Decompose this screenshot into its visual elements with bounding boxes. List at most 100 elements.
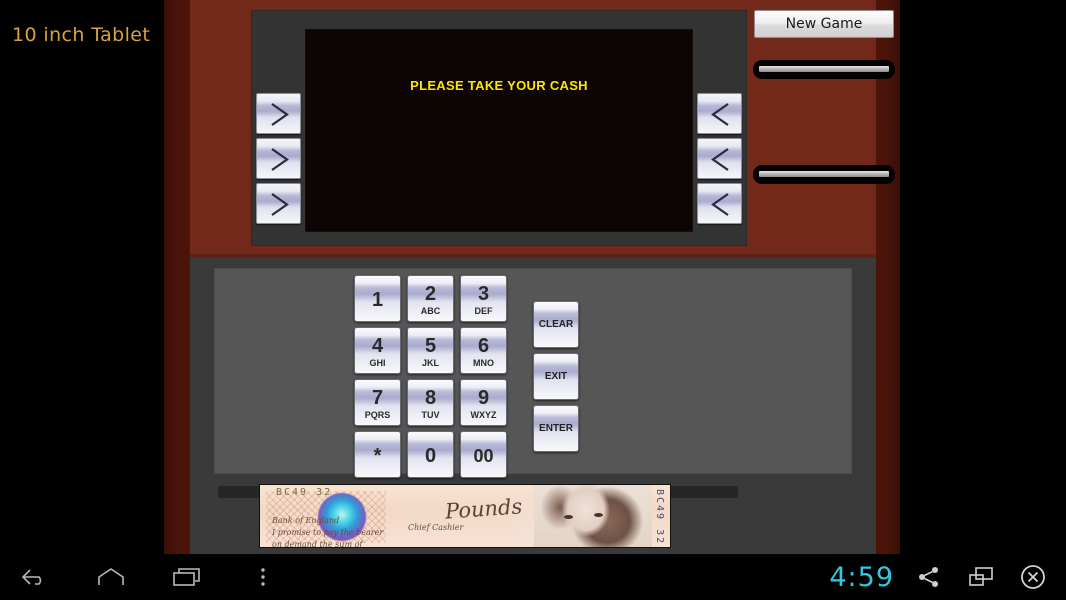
key-4[interactable]: 4 GHI — [354, 327, 401, 374]
clear-button[interactable]: CLEAR — [533, 301, 579, 348]
softkey-right-2[interactable] — [697, 138, 742, 179]
key-letters: JKL — [421, 357, 439, 368]
chevron-left-icon — [711, 193, 729, 216]
key-1[interactable]: 1 — [354, 275, 401, 322]
app-viewport: PLEASE TAKE YOUR CASH New Game 1 2 ABC 3… — [164, 0, 900, 554]
screen-bezel: PLEASE TAKE YOUR CASH — [251, 10, 747, 246]
softkey-left-1[interactable] — [256, 93, 301, 134]
softkey-right-1[interactable] — [697, 93, 742, 134]
softkey-left-2[interactable] — [256, 138, 301, 179]
nav-home-button[interactable] — [94, 560, 128, 594]
numeric-keypad: 1 2 ABC 3 DEF 4 GHI 5 JKL 6 MNO 7 PQRS 8… — [354, 275, 519, 483]
key-letters: PQRS — [364, 409, 391, 420]
card-slot[interactable] — [753, 60, 895, 79]
chevron-right-icon — [271, 148, 289, 171]
nav-back-button[interactable] — [18, 560, 52, 594]
keypad-row: * 0 00 — [354, 431, 519, 478]
key-asterisk[interactable]: * — [354, 431, 401, 478]
key-digit: 6 — [477, 334, 490, 357]
key-3[interactable]: 3 DEF — [460, 275, 507, 322]
share-button[interactable] — [912, 560, 946, 594]
key-digit: * — [373, 444, 382, 467]
promise-line-2: I promise to pay the bearer — [272, 528, 384, 537]
card-slot-inner — [759, 66, 889, 72]
chevron-right-icon — [271, 193, 289, 216]
key-0[interactable]: 0 — [407, 431, 454, 478]
key-5[interactable]: 5 JKL — [407, 327, 454, 374]
atm-screen: PLEASE TAKE YOUR CASH — [305, 29, 693, 232]
keypad-row: 4 GHI 5 JKL 6 MNO — [354, 327, 519, 374]
banknote-serial-right: BC49 32 — [654, 489, 665, 546]
keypad-panel: 1 2 ABC 3 DEF 4 GHI 5 JKL 6 MNO 7 PQRS 8… — [214, 268, 852, 478]
chevron-left-icon — [711, 148, 729, 171]
key-9[interactable]: 9 WXYZ — [460, 379, 507, 426]
banknote-serial-left: BC49 32 — [276, 487, 333, 498]
key-digit: 3 — [477, 282, 490, 305]
softkey-right-3[interactable] — [697, 183, 742, 224]
key-letters: ABC — [420, 305, 441, 316]
key-digit: 0 — [424, 444, 437, 467]
share-icon — [919, 567, 938, 587]
key-8[interactable]: 8 TUV — [407, 379, 454, 426]
atm-upper-facia: PLEASE TAKE YOUR CASH New Game — [190, 0, 895, 258]
key-letters: DEF — [474, 305, 493, 316]
new-game-button[interactable]: New Game — [754, 10, 894, 38]
key-digit: 2 — [424, 282, 437, 305]
promise-line-1: Bank of England — [272, 516, 340, 525]
emulator-window: 10 inch Tablet PLEASE TAKE YOUR CASH New… — [0, 0, 1066, 600]
nav-menu-button[interactable] — [246, 560, 280, 594]
device-label: 10 inch Tablet — [12, 24, 151, 46]
nav-recents-button[interactable] — [170, 560, 204, 594]
receipt-slot[interactable] — [753, 165, 895, 184]
softkey-left-3[interactable] — [256, 183, 301, 224]
key-digit: 4 — [371, 334, 384, 357]
key-letters: TUV — [421, 409, 440, 420]
function-key-column: CLEAR EXIT ENTER — [533, 301, 579, 457]
keypad-row: 1 2 ABC 3 DEF — [354, 275, 519, 322]
portrait-eye-left — [564, 515, 573, 519]
softkey-column-left — [256, 93, 301, 228]
key-7[interactable]: 7 PQRS — [354, 379, 401, 426]
key-6[interactable]: 6 MNO — [460, 327, 507, 374]
banknote-signature: Chief Cashier — [408, 523, 464, 532]
enter-button[interactable]: ENTER — [533, 405, 579, 452]
screenshot-button[interactable] — [964, 560, 998, 594]
close-circle-icon — [1021, 565, 1045, 589]
android-navigation-bar: 4:59 — [0, 554, 1066, 600]
banknote[interactable]: BC49 32 BC49 32 Bank of England I promis… — [259, 484, 671, 548]
promise-line-3: on demand the sum of — [272, 540, 363, 548]
atm-lower-facia: 1 2 ABC 3 DEF 4 GHI 5 JKL 6 MNO 7 PQRS 8… — [190, 258, 876, 554]
key-digit: 1 — [371, 288, 384, 311]
chevron-right-icon — [271, 103, 289, 126]
receipt-slot-inner — [759, 171, 889, 177]
key-letters: MNO — [473, 357, 494, 368]
key-digit: 00 — [473, 445, 494, 466]
recents-icon — [173, 568, 200, 586]
overflow-menu-icon — [261, 568, 265, 586]
key-double-zero[interactable]: 00 — [460, 431, 507, 478]
nav-left-group — [18, 554, 280, 600]
atm-screen-message: PLEASE TAKE YOUR CASH — [410, 78, 588, 93]
status-clock: 4:59 — [829, 561, 894, 593]
cash-dispenser: BC49 32 BC49 32 Bank of England I promis… — [214, 482, 852, 552]
back-arrow-icon — [21, 569, 42, 585]
banknote-portrait — [534, 485, 652, 547]
banknote-promise-text: Bank of England I promise to pay the bea… — [272, 515, 384, 548]
nav-right-group: 4:59 — [829, 554, 1050, 600]
chevron-left-icon — [711, 103, 729, 126]
portrait-eye-right — [594, 513, 603, 517]
key-2[interactable]: 2 ABC — [407, 275, 454, 322]
key-letters: WXYZ — [470, 409, 497, 420]
key-digit: 7 — [371, 386, 384, 409]
close-button[interactable] — [1016, 560, 1050, 594]
exit-button[interactable]: EXIT — [533, 353, 579, 400]
keypad-row: 7 PQRS 8 TUV 9 WXYZ — [354, 379, 519, 426]
softkey-column-right — [697, 93, 742, 228]
screenshot-icon — [969, 567, 993, 586]
key-digit: 5 — [424, 334, 437, 357]
machine-edge-left — [164, 0, 190, 554]
key-digit: 9 — [477, 386, 490, 409]
atm-side-panel: New Game — [750, 0, 900, 258]
home-icon — [98, 568, 124, 585]
key-letters: GHI — [369, 357, 386, 368]
